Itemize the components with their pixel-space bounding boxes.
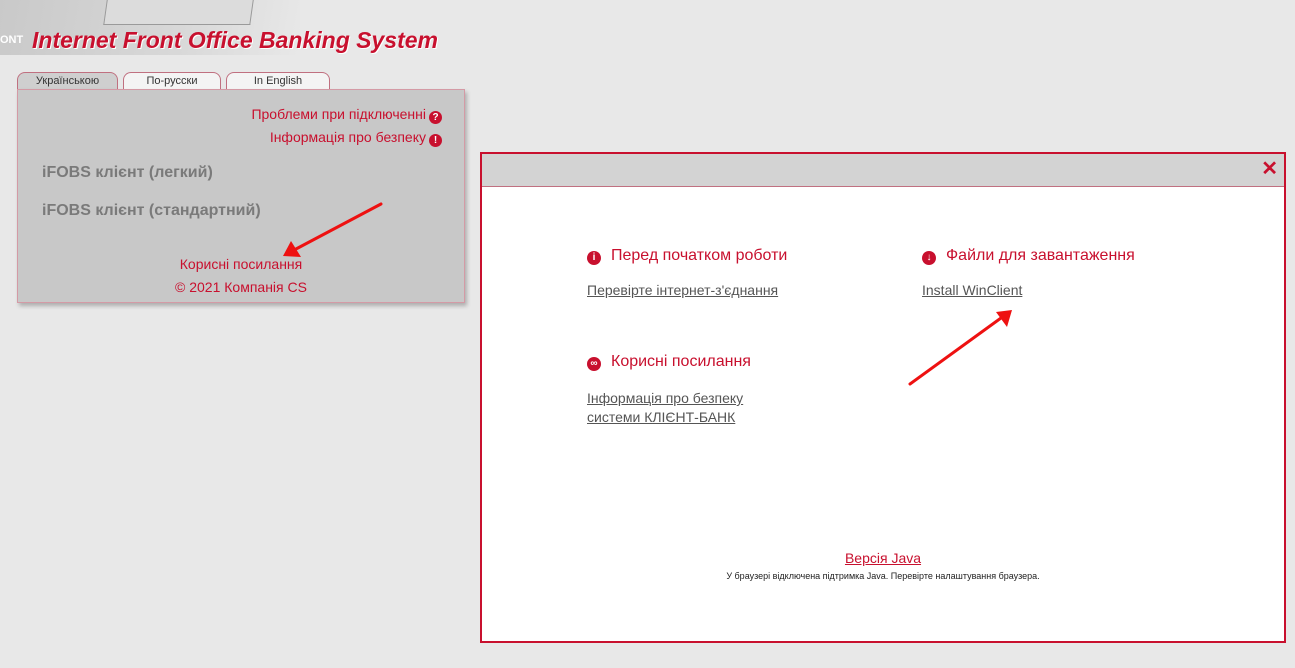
annotation-arrow-right bbox=[908, 310, 1012, 386]
annotation-arrows bbox=[283, 202, 1012, 386]
annotation-arrow-left bbox=[283, 202, 383, 257]
